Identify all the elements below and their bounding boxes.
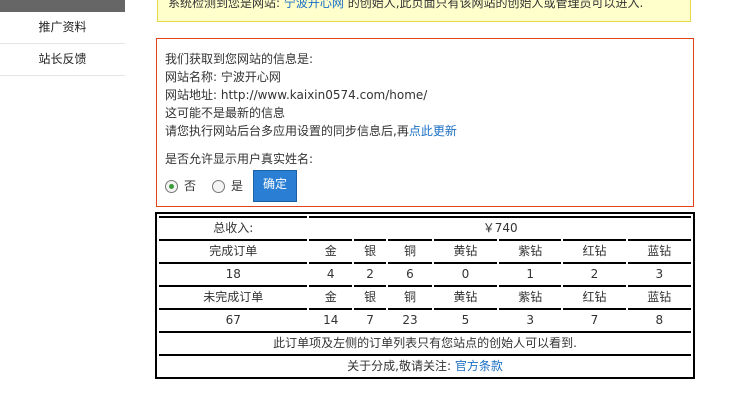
cell: 4 [309,262,352,283]
total-value: ￥740 [309,216,691,237]
site-name: 网站名称: 宁波开心网 [165,70,281,84]
cell: 1 [499,262,562,283]
site-url: 网站地址: http://www.kaixin0574.com/home/ [165,88,428,102]
cell: 2 [353,262,387,283]
col-header: 紫钻 [499,239,562,260]
col-header: 红钻 [563,239,626,260]
cell: 14 [309,308,352,329]
col-header: 金 [309,239,352,260]
confirm-button[interactable]: 确定 [253,170,298,202]
table-row: 67 14 7 23 5 3 7 8 [159,308,691,329]
table-row: 未完成订单 金银铜黄钻 紫钻 红钻 蓝钻 [159,285,691,306]
income-table: 总收入: ￥740 完成订单 金银铜黄钻 紫钻 红钻 蓝钻 18 4260123 未完成… [155,212,695,379]
radio-no-label[interactable]: 否 [184,177,196,195]
total-label: 总收入: [159,216,308,237]
col-header: 蓝钻 [627,285,691,306]
done-total: 18 [159,262,308,283]
cell: 3 [627,262,691,283]
terms-link[interactable]: 官方条款 [455,359,503,373]
stale-note: 这可能不是最新的信息 [165,106,286,120]
radio-yes-label[interactable]: 是 [231,177,243,195]
col-header: 金 [309,285,352,306]
undone-total: 67 [159,308,308,329]
cell: 7 [353,308,387,329]
col-header: 铜 [388,285,432,306]
terms-text: 关于分成,敬请关注: [347,359,455,373]
cell: 3 [499,308,562,329]
site-link[interactable]: 宁波开心网 [284,0,344,10]
table-row: 完成订单 金银铜黄钻 紫钻 红钻 蓝钻 [159,239,691,260]
done-label: 完成订单 [159,239,308,260]
table-row: 18 4260123 [159,262,691,283]
sidebar-active-item[interactable] [0,0,125,12]
col-header: 黄钻 [433,285,498,306]
cell: 8 [627,308,691,329]
sidebar-item-feedback[interactable]: 站长反馈 [0,44,125,76]
col-header: 蓝钻 [627,239,691,260]
notice-text: 系统检测到您是网站: [168,0,284,10]
col-header: 银 [353,285,387,306]
cell: 23 [388,308,432,329]
cell: 7 [563,308,626,329]
radio-yes[interactable] [212,179,226,193]
col-header: 红钻 [563,285,626,306]
col-header: 紫钻 [499,285,562,306]
total-row: 总收入: ￥740 [159,216,691,237]
realname-question: 是否允许显示用户真实姓名: [165,152,314,166]
site-info-panel: 我们获取到您网站的信息是: 网站名称: 宁波开心网 网站地址: http://w… [156,38,694,207]
privacy-warning: 此订单项及左侧的订单列表只有您站点的创始人可以看到. [159,331,691,352]
update-link[interactable]: 点此更新 [409,124,457,138]
sidebar: 推广资料 站长反馈 [0,0,125,76]
undone-label: 未完成订单 [159,285,308,306]
radio-no[interactable] [165,179,178,193]
founder-notice: 系统检测到您是网站: 宁波开心网 的创始人,此页面只有该网站的创始人或管理员可以… [157,0,691,22]
notice-text-end: 的创始人,此页面只有该网站的创始人或管理员可以进入. [343,0,644,10]
terms-row: 关于分成,敬请关注: 官方条款 [159,354,691,375]
sidebar-item-promo[interactable]: 推广资料 [0,12,125,44]
info-heading: 我们获取到您网站的信息是: [165,52,314,66]
col-header: 银 [353,239,387,260]
cell: 2 [563,262,626,283]
cell: 5 [433,308,498,329]
col-header: 铜 [388,239,432,260]
col-header: 黄钻 [433,239,498,260]
cell: 6 [388,262,432,283]
cell: 0 [433,262,498,283]
sync-text: 请您执行网站后台多应用设置的同步信息后,再 [165,124,409,138]
